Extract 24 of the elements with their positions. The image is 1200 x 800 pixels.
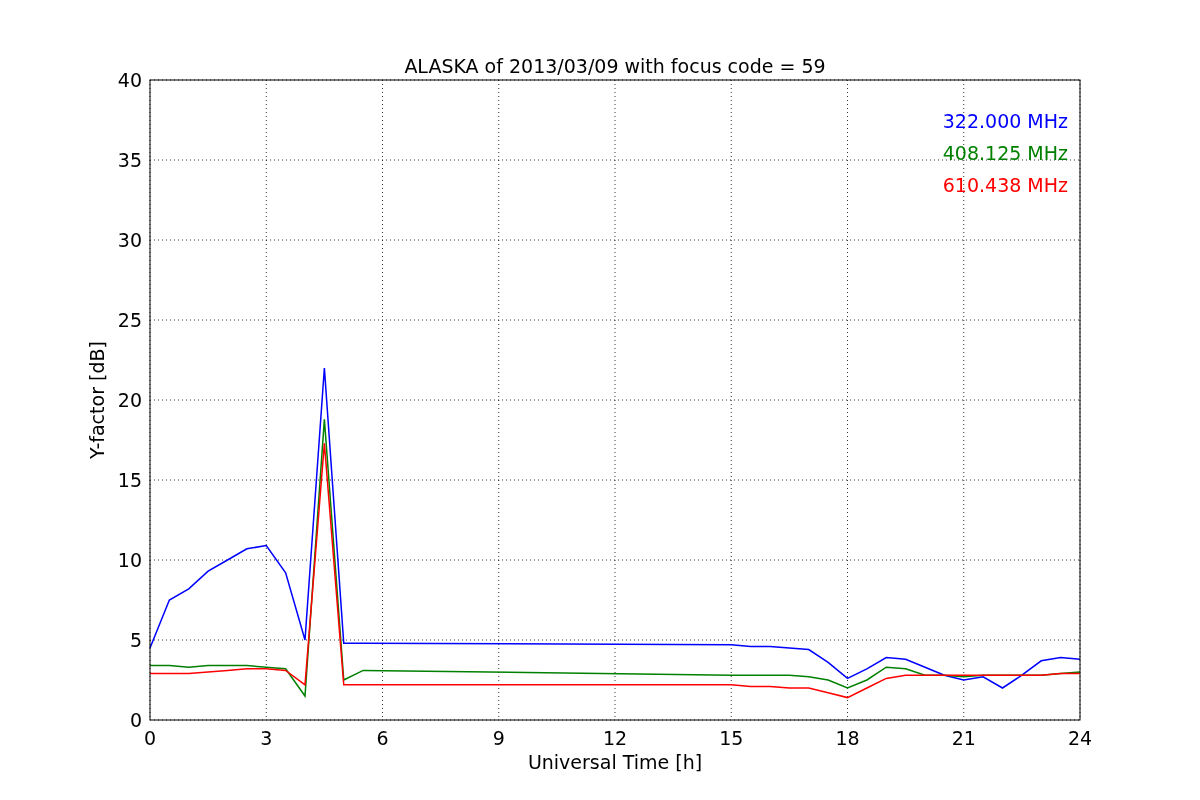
chart-title: ALASKA of 2013/03/09 with focus code = 59 (404, 55, 826, 77)
x-tick-label: 9 (492, 727, 505, 749)
x-tick-label: 0 (143, 727, 157, 749)
x-tick-label: 3 (260, 727, 273, 749)
y-tick-label: 5 (129, 629, 142, 651)
x-axis-label: Universal Time [h] (527, 751, 703, 773)
x-tick-label: 15 (719, 727, 744, 749)
x-tick-label: 21 (951, 727, 976, 749)
y-tick-label: 20 (117, 389, 142, 411)
x-tick-label: 12 (602, 727, 628, 749)
y-tick-label: 40 (117, 69, 142, 91)
legend-label: 408.125 MHz (942, 142, 1068, 164)
y-tick-label: 0 (129, 709, 142, 731)
y-tick-label: 35 (117, 149, 142, 171)
y-tick-label: 25 (117, 309, 142, 331)
x-tick-label: 18 (835, 727, 860, 749)
y-tick-label: 15 (117, 469, 142, 491)
legend-label: 610.438 MHz (942, 174, 1068, 196)
legend-label: 322.000 MHz (942, 110, 1068, 132)
y-axis-label: Y-factor [dB] (86, 341, 108, 459)
x-tick-label: 6 (376, 727, 389, 749)
x-tick-label: 24 (1067, 727, 1093, 749)
y-tick-label: 30 (117, 229, 142, 251)
y-tick-label: 10 (117, 549, 142, 571)
